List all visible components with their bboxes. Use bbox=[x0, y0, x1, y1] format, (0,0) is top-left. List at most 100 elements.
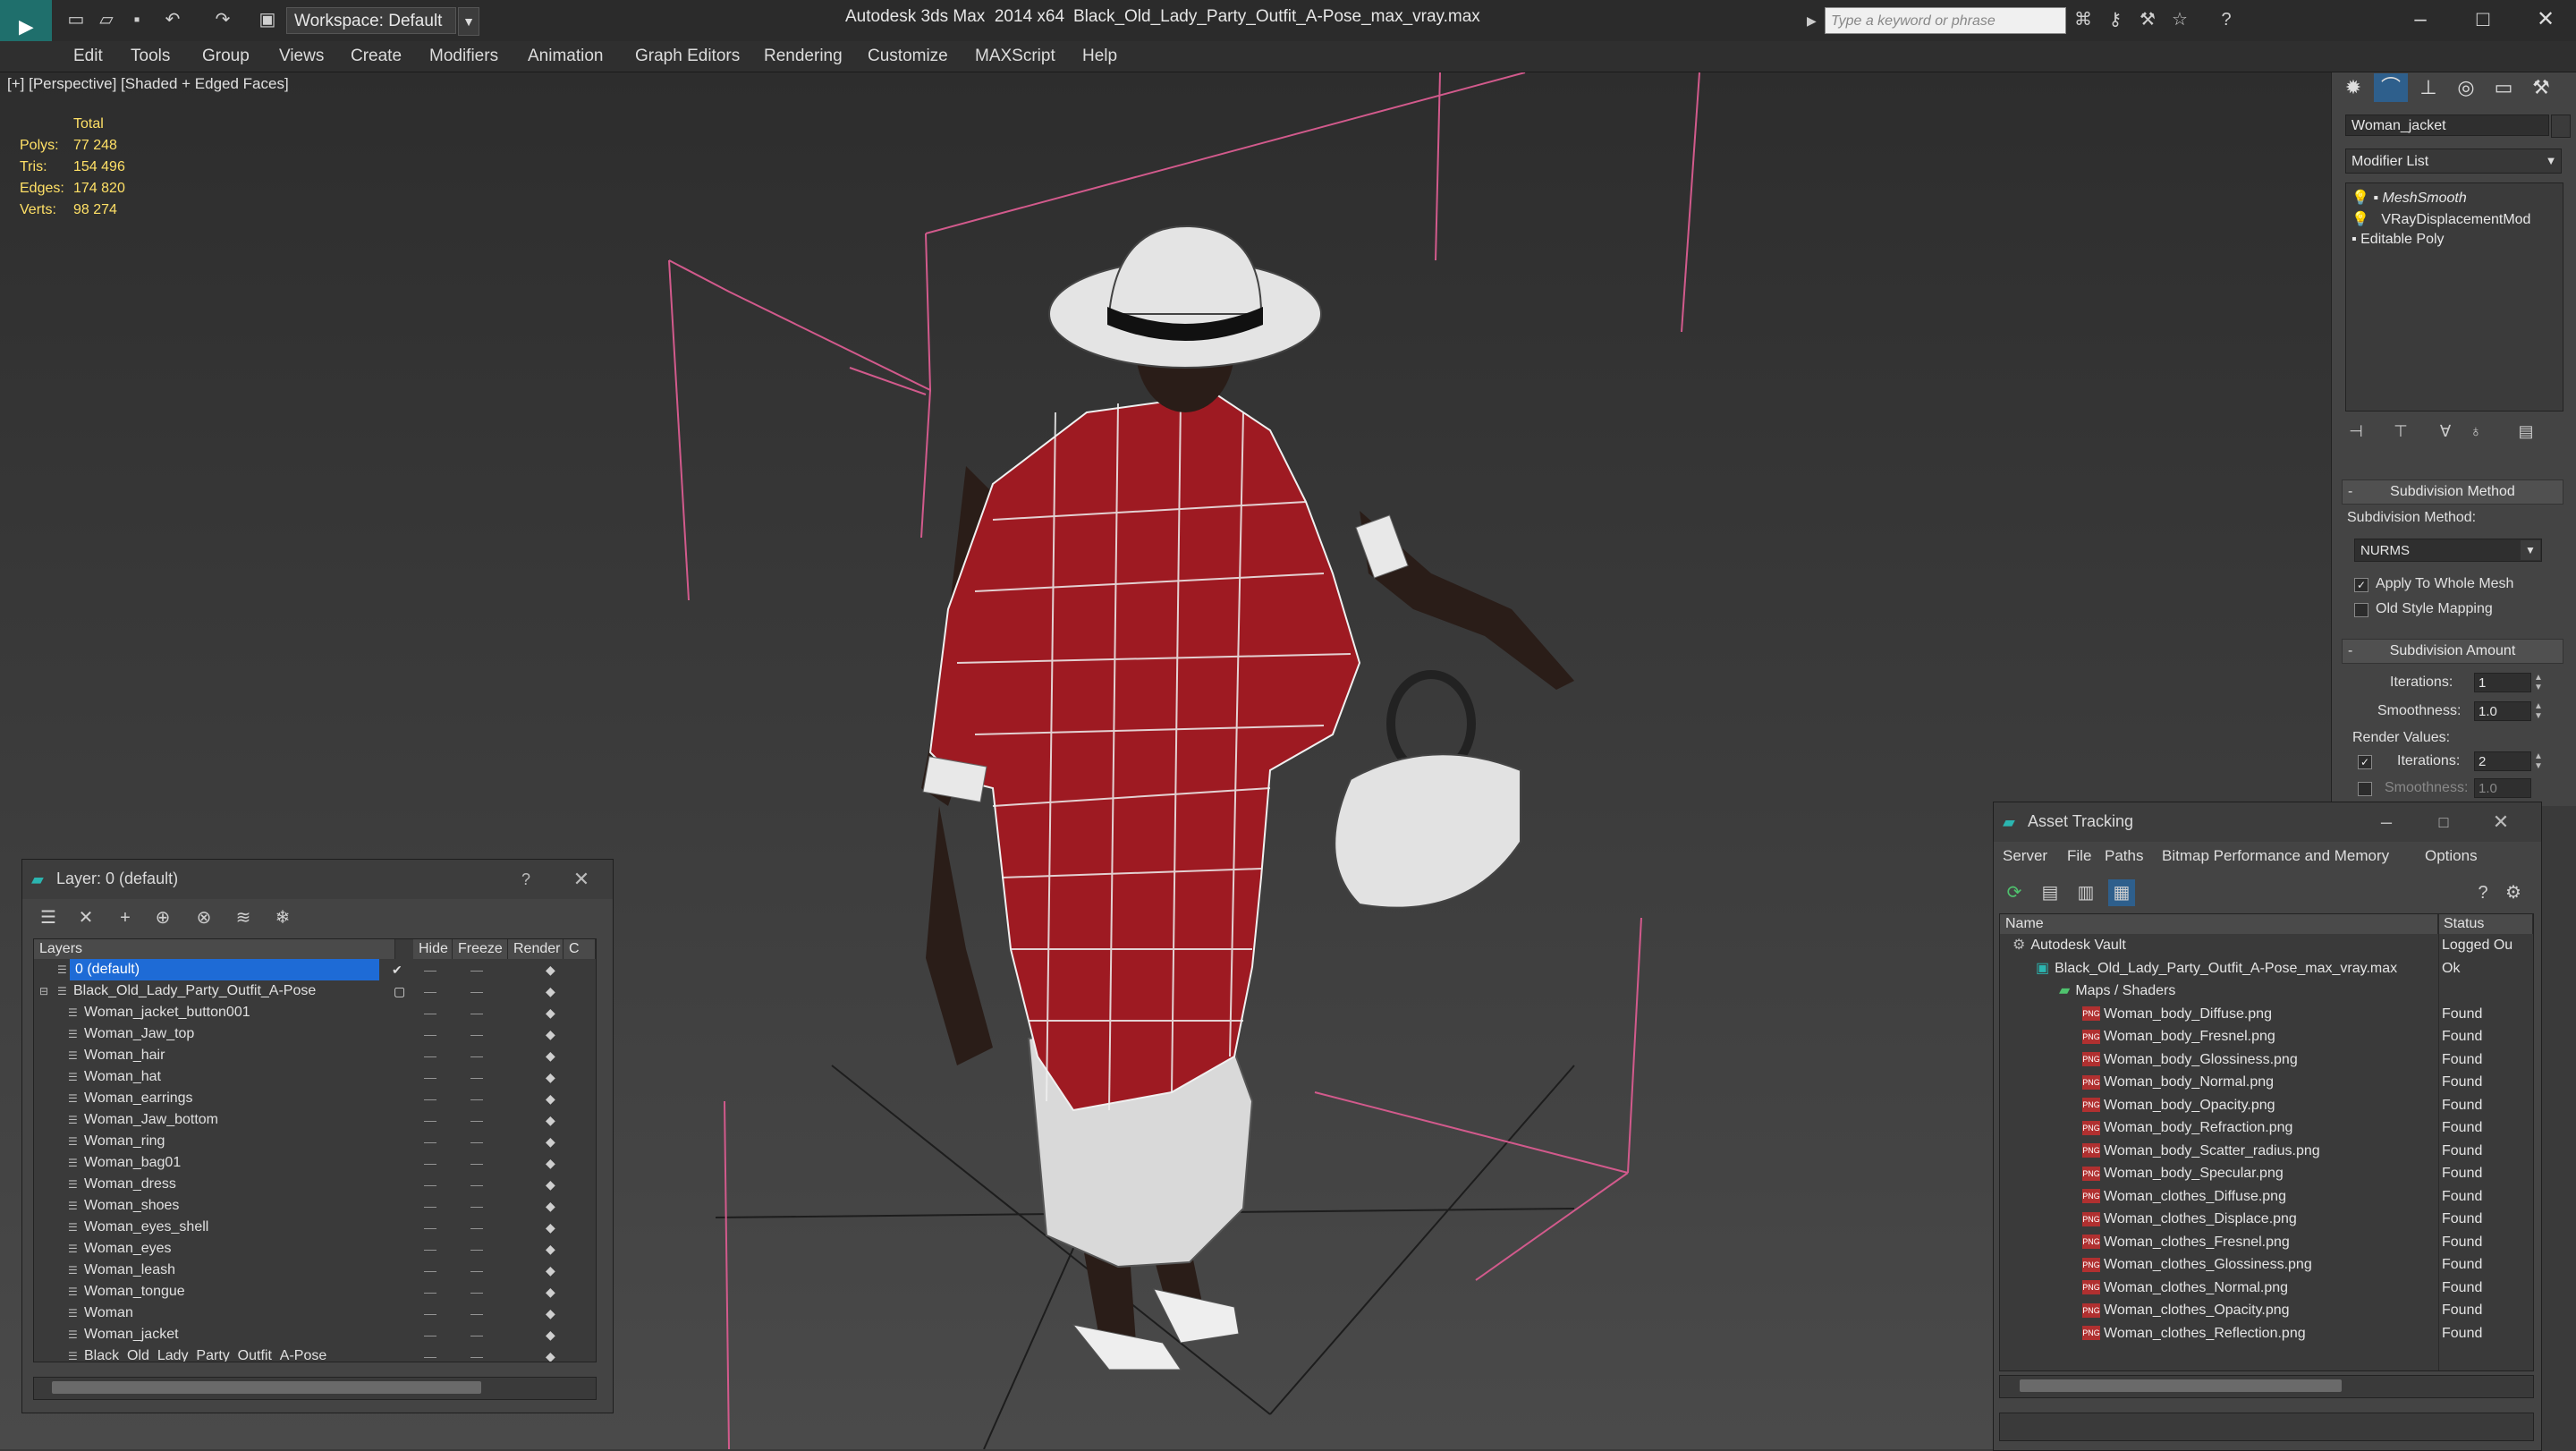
pin-stack-icon[interactable]: ⊣ bbox=[2345, 420, 2367, 442]
render-teapot-icon[interactable]: ◆ bbox=[546, 1260, 555, 1281]
layer-name[interactable]: Woman_jacket bbox=[84, 1324, 179, 1345]
asset-row[interactable]: PNG Woman_clothes_Opacity.png Found bbox=[2000, 1299, 2533, 1322]
freeze-toggle[interactable]: — bbox=[470, 1045, 483, 1066]
asset-row[interactable]: PNG Woman_body_Specular.png Found bbox=[2000, 1162, 2533, 1185]
scrollbar-thumb[interactable] bbox=[2020, 1379, 2342, 1392]
column-hide[interactable]: Hide bbox=[413, 939, 453, 959]
column-name[interactable]: Name bbox=[2000, 914, 2438, 934]
layer-row[interactable]: ☰ Woman_Jaw_top — — ◆ bbox=[34, 1023, 596, 1045]
configure-sets-icon[interactable]: ▤ bbox=[2515, 420, 2537, 442]
asset-row[interactable]: PNG Woman_body_Glossiness.png Found bbox=[2000, 1048, 2533, 1072]
search-expand-icon[interactable]: ▶ bbox=[1807, 9, 1821, 32]
render-teapot-icon[interactable]: ◆ bbox=[546, 959, 555, 980]
layer-row[interactable]: ☰ ⊟ Black_Old_Lady_Party_Outfit_A-Pose ▢ — — ◆ bbox=[34, 980, 596, 1002]
freeze-toggle[interactable]: — bbox=[470, 1217, 483, 1238]
asset-row[interactable]: PNG Woman_clothes_Fresnel.png Found bbox=[2000, 1231, 2533, 1254]
layer-name[interactable]: Woman_ring bbox=[84, 1131, 165, 1152]
open-file-icon[interactable]: ▱ bbox=[95, 9, 118, 30]
modify-tab-icon[interactable]: ⌒ bbox=[2374, 73, 2408, 102]
layer-name[interactable]: Woman_leash bbox=[84, 1260, 175, 1281]
display-tab-icon[interactable]: ▭ bbox=[2487, 73, 2521, 102]
hide-toggle[interactable]: — bbox=[424, 1174, 436, 1195]
smoothness-spinner[interactable]: 1.0 bbox=[2474, 701, 2531, 721]
freeze-toggle[interactable]: — bbox=[470, 1174, 483, 1195]
hide-toggle[interactable]: — bbox=[424, 1066, 436, 1088]
menu-edit[interactable]: Edit bbox=[73, 47, 103, 66]
menu-modifiers[interactable]: Modifiers bbox=[429, 47, 498, 66]
asset-row[interactable]: ▣ Black_Old_Lady_Party_Outfit_A-Pose_max_… bbox=[2000, 957, 2533, 980]
render-teapot-icon[interactable]: ◆ bbox=[546, 1002, 555, 1023]
freeze-toggle[interactable]: — bbox=[470, 1088, 483, 1109]
list-view-icon[interactable]: ▤ bbox=[2037, 879, 2063, 906]
menu-views[interactable]: Views bbox=[279, 47, 324, 66]
asset-row[interactable]: ▰ Maps / Shaders bbox=[2000, 980, 2533, 1003]
column-render[interactable]: Render bbox=[508, 939, 564, 959]
render-teapot-icon[interactable]: ◆ bbox=[546, 1195, 555, 1217]
layer-row[interactable]: ☰ Woman_eyes_shell — — ◆ bbox=[34, 1217, 596, 1238]
asset-row[interactable]: PNG Woman_clothes_Normal.png Found bbox=[2000, 1277, 2533, 1300]
render-teapot-icon[interactable]: ◆ bbox=[546, 980, 555, 1002]
stack-item-meshsmooth[interactable]: 💡 ▪ MeshSmooth bbox=[2351, 189, 2467, 207]
object-color-swatch[interactable] bbox=[2551, 115, 2571, 138]
bulb-icon[interactable]: 💡 bbox=[2351, 191, 2369, 206]
layer-name[interactable]: Woman_Jaw_top bbox=[84, 1023, 194, 1045]
chevron-down-icon[interactable]: ▼ bbox=[458, 7, 479, 36]
asset-row[interactable]: PNG Woman_clothes_Reflection.png Found bbox=[2000, 1322, 2533, 1345]
render-teapot-icon[interactable]: ◆ bbox=[546, 1238, 555, 1260]
new-file-icon[interactable]: ▭ bbox=[64, 9, 88, 30]
freeze-toggle[interactable]: — bbox=[470, 1303, 483, 1324]
asset-row[interactable]: PNG Woman_body_Scatter_radius.png Found bbox=[2000, 1140, 2533, 1163]
menu-animation[interactable]: Animation bbox=[528, 47, 604, 66]
layer-row[interactable]: ☰ 0 (default) ✔ — — ◆ bbox=[34, 959, 596, 980]
close-icon[interactable]: ✕ bbox=[568, 867, 595, 892]
freeze-toggle[interactable]: — bbox=[470, 1002, 483, 1023]
spinner-arrows-icon[interactable]: ▲ ▼ bbox=[2533, 673, 2544, 692]
render-teapot-icon[interactable]: ◆ bbox=[546, 1345, 555, 1362]
render-iterations-spinner[interactable]: 2 bbox=[2474, 751, 2531, 771]
render-teapot-icon[interactable]: ◆ bbox=[546, 1066, 555, 1088]
layer-row[interactable]: ☰ Woman — — ◆ bbox=[34, 1303, 596, 1324]
freeze-toggle[interactable]: — bbox=[470, 1324, 483, 1345]
freeze-toggle[interactable]: — bbox=[470, 959, 483, 980]
layer-name[interactable]: Black_Old_Lady_Party_Outfit_A-Pose bbox=[84, 1345, 326, 1362]
set-active-box-icon[interactable]: ▢ bbox=[394, 980, 405, 1002]
remove-modifier-icon[interactable]: ♁ bbox=[2465, 420, 2487, 442]
binoculars-icon[interactable]: ⌘ bbox=[2072, 9, 2095, 30]
close-icon[interactable]: ✕ bbox=[2487, 810, 2514, 835]
chevron-down-icon[interactable]: ▼ bbox=[2521, 540, 2540, 560]
help-button[interactable]: ? bbox=[513, 867, 539, 892]
freeze-toggle[interactable]: — bbox=[470, 1152, 483, 1174]
render-teapot-icon[interactable]: ◆ bbox=[546, 1281, 555, 1303]
layer-name[interactable]: Woman_eyes bbox=[84, 1238, 172, 1260]
layer-row[interactable]: ☰ Woman_leash — — ◆ bbox=[34, 1260, 596, 1281]
layer-row[interactable]: ☰ Woman_tongue — — ◆ bbox=[34, 1281, 596, 1303]
hide-toggle[interactable]: — bbox=[424, 1324, 436, 1345]
help-icon[interactable]: ? bbox=[2470, 879, 2496, 906]
hide-toggle[interactable]: — bbox=[424, 1152, 436, 1174]
project-folder-icon[interactable]: ▣ bbox=[256, 9, 279, 30]
select-objects-icon[interactable]: ⊕ bbox=[149, 904, 176, 931]
layer-row[interactable]: ☰ Woman_earrings — — ◆ bbox=[34, 1088, 596, 1109]
minimize-icon[interactable]: – bbox=[2394, 4, 2447, 36]
asset-menu-server[interactable]: Server bbox=[2003, 847, 2047, 865]
star-icon[interactable]: ☆ bbox=[2168, 9, 2191, 30]
asset-path-field[interactable] bbox=[1999, 1413, 2534, 1441]
menu-tools[interactable]: Tools bbox=[131, 47, 170, 66]
layer-name[interactable]: 0 (default) bbox=[70, 959, 379, 980]
freeze-toggle[interactable]: — bbox=[470, 1345, 483, 1362]
menu-rendering[interactable]: Rendering bbox=[764, 47, 843, 66]
layer-row[interactable]: ☰ Woman_hair — — ◆ bbox=[34, 1045, 596, 1066]
asset-row[interactable]: PNG Woman_body_Refraction.png Found bbox=[2000, 1116, 2533, 1140]
viewport-label[interactable]: [+] [Perspective] [Shaded + Edged Faces] bbox=[7, 75, 289, 93]
freeze-toggle[interactable]: — bbox=[470, 1023, 483, 1045]
hide-toggle[interactable]: — bbox=[424, 1002, 436, 1023]
expand-toggle-icon[interactable]: ⊟ bbox=[39, 985, 52, 997]
asset-row[interactable]: ⚙ Autodesk Vault Logged Ou bbox=[2000, 934, 2533, 957]
layer-row[interactable]: ☰ Woman_ring — — ◆ bbox=[34, 1131, 596, 1152]
hide-toggle[interactable]: — bbox=[424, 1260, 436, 1281]
column-color[interactable]: C bbox=[564, 939, 596, 959]
layer-name[interactable]: Woman_tongue bbox=[84, 1281, 185, 1303]
stack-item-vraydisplacement[interactable]: 💡 VRayDisplacementMod bbox=[2351, 210, 2530, 228]
freeze-toggle[interactable]: — bbox=[470, 1238, 483, 1260]
menu-help[interactable]: Help bbox=[1082, 47, 1117, 66]
